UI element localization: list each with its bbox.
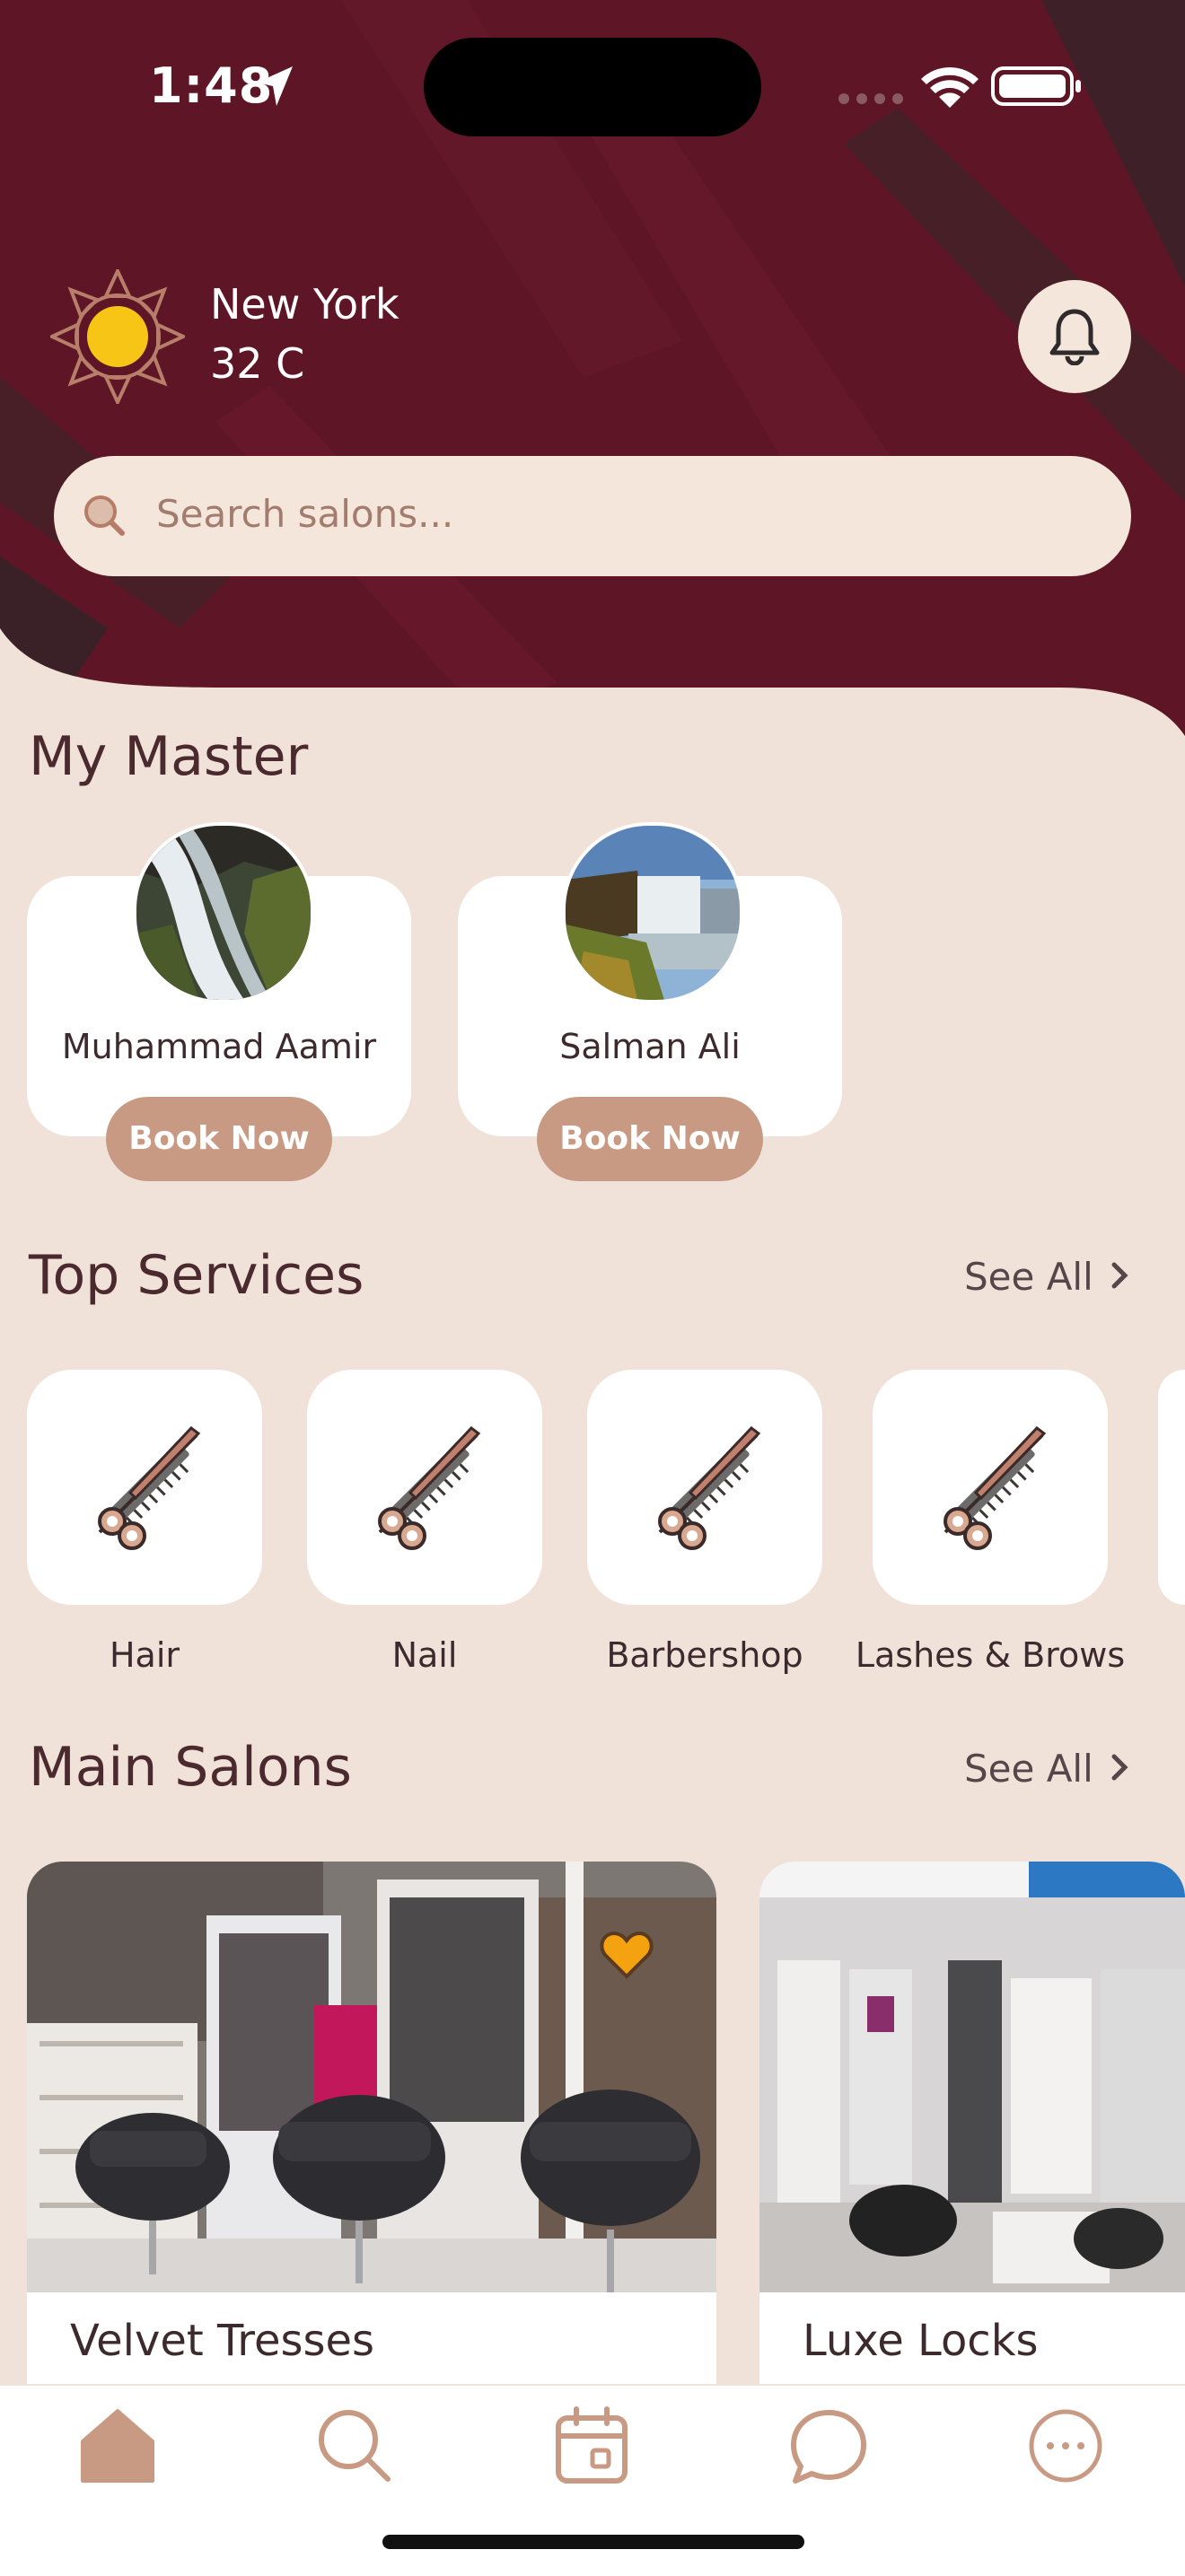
scissors-comb-icon bbox=[658, 1425, 761, 1550]
salons-see-all-link[interactable]: See All bbox=[964, 1747, 1134, 1791]
location-arrow-icon bbox=[257, 66, 293, 106]
chat-icon[interactable] bbox=[788, 2405, 869, 2486]
weather-temperature: 32 C bbox=[210, 339, 305, 388]
master-name: Salman Ali bbox=[559, 1027, 741, 1066]
service-tile-barbershop[interactable] bbox=[587, 1370, 822, 1605]
service-label: Lashes & Brows bbox=[855, 1635, 1126, 1675]
scissors-comb-icon bbox=[944, 1425, 1047, 1550]
top-services-title: Top Services bbox=[29, 1244, 364, 1307]
salon-photo bbox=[759, 1862, 1185, 2292]
services-see-all-link[interactable]: See All bbox=[964, 1255, 1134, 1299]
salon-card[interactable]: Luxe Locks bbox=[759, 1862, 1185, 2400]
dynamic-island bbox=[424, 38, 761, 136]
salon-name: Luxe Locks bbox=[803, 2316, 1039, 2366]
sun-icon bbox=[50, 269, 185, 404]
search-input[interactable]: Search salons... bbox=[54, 456, 1131, 576]
calendar-icon[interactable] bbox=[551, 2405, 632, 2486]
search-icon bbox=[84, 495, 125, 536]
salon-photo bbox=[27, 1862, 716, 2292]
avatar[interactable] bbox=[133, 822, 314, 1003]
service-tile-lashes-brows[interactable] bbox=[873, 1370, 1108, 1605]
see-all-label: See All bbox=[964, 1255, 1093, 1299]
master-name: Muhammad Aamir bbox=[61, 1027, 377, 1066]
salon-card[interactable]: Velvet Tresses bbox=[27, 1862, 716, 2400]
service-label: Nail bbox=[391, 1635, 458, 1675]
see-all-label: See All bbox=[964, 1747, 1093, 1791]
service-label: Hair bbox=[109, 1635, 180, 1675]
book-now-button[interactable]: Book Now bbox=[537, 1097, 763, 1181]
scissors-comb-icon bbox=[98, 1425, 201, 1550]
search-placeholder: Search salons... bbox=[156, 492, 454, 536]
service-tile-hair[interactable] bbox=[27, 1370, 262, 1605]
home-indicator bbox=[382, 2535, 804, 2549]
notification-button[interactable] bbox=[1018, 280, 1131, 393]
home-icon[interactable] bbox=[77, 2405, 158, 2486]
favorite-heart-icon[interactable] bbox=[600, 1930, 654, 1980]
book-now-button[interactable]: Book Now bbox=[106, 1097, 332, 1181]
service-tile-nail[interactable] bbox=[307, 1370, 542, 1605]
search-icon[interactable] bbox=[314, 2405, 395, 2486]
main-salons-title: Main Salons bbox=[29, 1736, 352, 1799]
chevron-right-icon bbox=[1111, 1754, 1128, 1781]
master-photo bbox=[566, 826, 740, 1000]
weather-city: New York bbox=[210, 280, 399, 329]
wifi-icon bbox=[921, 67, 979, 108]
scissors-comb-icon bbox=[378, 1425, 481, 1550]
service-label: Barbershop bbox=[606, 1635, 803, 1675]
more-icon[interactable] bbox=[1025, 2405, 1106, 2486]
battery-icon bbox=[991, 66, 1081, 106]
avatar[interactable] bbox=[562, 822, 743, 1003]
service-tile-partial[interactable] bbox=[1158, 1370, 1185, 1605]
signal-icon bbox=[838, 93, 903, 104]
my-master-title: My Master bbox=[29, 725, 309, 788]
chevron-right-icon bbox=[1111, 1262, 1128, 1289]
master-photo bbox=[136, 826, 311, 1000]
bell-icon bbox=[1049, 309, 1100, 365]
status-icons bbox=[838, 66, 1081, 108]
salon-name: Velvet Tresses bbox=[70, 2316, 375, 2366]
